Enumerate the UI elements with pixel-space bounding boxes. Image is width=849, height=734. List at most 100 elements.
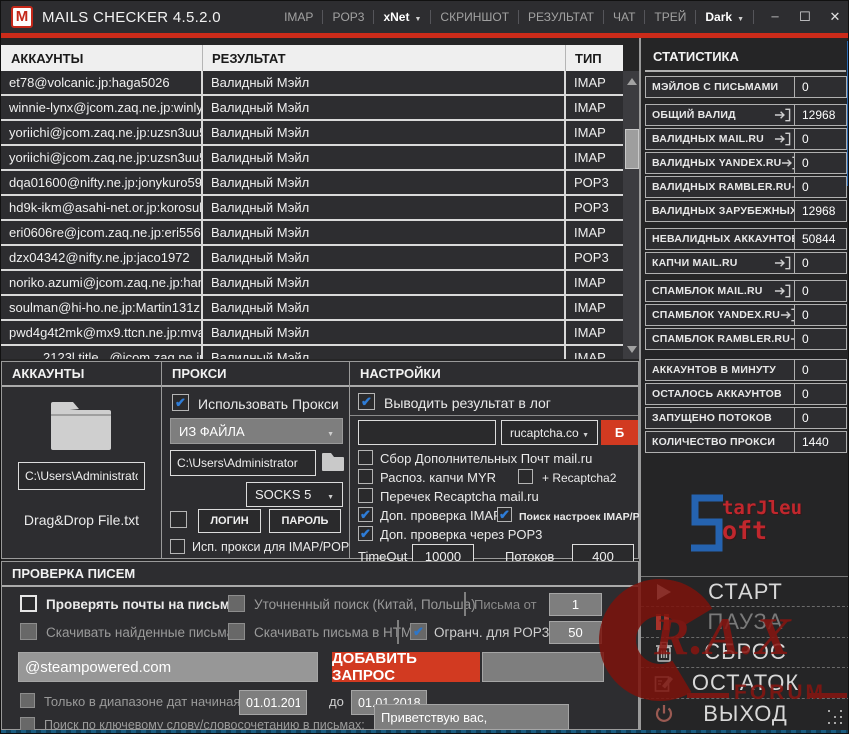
proxy-login-button[interactable]: ЛОГИН [198,509,261,533]
table-row[interactable]: eri0606re@jcom.zaq.ne.jp:eri5566ao_ Вали… [1,221,623,246]
table-row[interactable]: pwd4g4t2mk@mx9.ttcn.ne.jp:mvagu Валидный… [1,321,623,346]
download-found-checkbox[interactable] [20,623,37,640]
folder-icon[interactable] [48,398,114,454]
pop3-limit-checkbox[interactable] [410,623,427,640]
result-cell: Валидный Мэйл [203,171,566,194]
log-output-checkbox[interactable] [358,393,375,410]
table-row[interactable]: et78@volcanic.jp:haga5026 Валидный Мэйл … [1,71,623,96]
export-list-icon[interactable] [774,256,791,270]
menu-xnet-dropdown[interactable]: xNet [374,10,430,24]
myr-captcha-checkbox[interactable] [358,469,373,484]
resize-grip[interactable] [828,710,844,726]
recaptcha2-checkbox[interactable] [518,469,533,484]
proxy-file-path-field[interactable] [170,450,316,476]
table-row[interactable]: winnie-lynx@jcom.zaq.ne.jp:winlynx0 Вали… [1,96,623,121]
table-row[interactable]: dzx04342@nifty.ne.jp:jaco1972 Валидный М… [1,246,623,271]
balance-button[interactable]: Б [601,420,638,445]
menu-tray[interactable]: ТРЕЙ [645,10,695,24]
stat-value: 0 [794,77,846,97]
start-button[interactable]: СТАРТ [641,577,848,608]
table-row[interactable]: dqa01600@nifty.ne.jp:jonykuro5959 Валидн… [1,171,623,196]
table-row[interactable]: yoriichi@jcom.zaq.ne.jp:uzsn3uu5q12 Вали… [1,146,623,171]
remainder-button[interactable]: ОСТАТОК [641,668,848,699]
result-cell: Валидный Мэйл [203,71,566,94]
proxy-password-button[interactable]: ПАРОЛЬ [269,509,341,533]
captcha-service-dropdown[interactable]: rucaptcha.co [501,420,598,445]
pause-button[interactable]: ПАУЗА [641,607,848,638]
proxy-source-dropdown[interactable]: ИЗ ФАЙЛА [170,418,343,444]
export-list-icon[interactable] [774,108,791,122]
proxy-for-imap-pop3-label: Исп. прокси для IMAP/POP3 [192,540,357,554]
table-row[interactable]: hd9k-ikm@asahi-net.or.jp:korosuke1 Валид… [1,196,623,221]
table-row[interactable]: noriko.azumi@jcom.zaq.ne.jp:hana00 Валид… [1,271,623,296]
table-row[interactable]: soulman@hi-ho.ne.jp:Martin131z Валидный … [1,296,623,321]
download-html-checkbox[interactable] [228,623,245,640]
imap-pop-search-checkbox[interactable] [497,507,512,522]
vertical-separator [464,592,466,616]
menu-chat[interactable]: ЧАТ [604,10,644,24]
stats-row: ОБЩИЙ ВАЛИД 12968 [645,104,847,126]
stats-row: ВАЛИДНЫХ YANDEX.RU 0 [645,152,847,174]
menu-screenshot[interactable]: СКРИНШОТ [431,10,518,24]
table-row[interactable]: 2123l.title...@jcom.zaq.ne.jp Валидный М… [1,346,623,359]
imap-pop-search-label: Поиск настроек IMAP/POP [519,511,655,523]
proxy-for-imap-pop3-checkbox[interactable] [170,539,185,554]
date-from-field[interactable] [239,690,307,715]
letters-from-field[interactable] [549,593,602,616]
settings-divider [350,415,638,416]
stat-value: 12968 [794,201,846,221]
reset-button[interactable]: СБРОС [641,638,848,669]
imap-check-checkbox[interactable] [358,507,373,522]
collect-extra-mail-checkbox[interactable] [358,450,373,465]
minimize-button[interactable] [760,1,790,33]
use-proxy-checkbox[interactable] [172,394,189,411]
add-query-button[interactable]: ДОБАВИТЬ ЗАПРОС [332,650,480,684]
scrollbar-thumb[interactable] [625,129,639,169]
pop3-limit-field[interactable] [549,621,602,644]
stats-row: АККАУНТОВ В МИНУТУ 0 [645,359,847,381]
proxy-auth-checkbox[interactable] [170,511,187,528]
exit-button[interactable]: ВЫХОД [641,699,848,729]
column-header-accounts[interactable]: АККАУНТЫ [1,45,203,71]
extra-query-field[interactable] [482,652,604,682]
export-list-icon[interactable] [774,284,791,298]
chevron-down-icon [582,426,589,440]
query-field[interactable] [18,652,318,682]
export-list-icon[interactable] [780,308,794,322]
date-range-checkbox[interactable] [20,693,35,708]
export-list-icon[interactable] [774,132,791,146]
column-header-type[interactable]: ТИП [566,45,623,71]
close-button[interactable] [820,1,848,33]
keyword-field[interactable] [374,704,569,730]
recaptcha-list-checkbox[interactable] [358,488,373,503]
proxy-type-dropdown[interactable]: SOCKS 5 [246,482,343,507]
column-header-result[interactable]: РЕЗУЛЬТАТ [203,45,566,71]
menu-theme-dropdown[interactable]: Dark [696,10,753,24]
captcha-service-value: rucaptcha.co [510,425,579,440]
menu-theme-label: Dark [705,10,733,24]
stat-label: ОСТАЛОСЬ АККАУНТОВ [652,388,782,400]
check-mail-checkbox[interactable] [20,595,37,612]
menu-pop3[interactable]: POP3 [323,10,373,24]
type-cell: POP3 [574,175,609,190]
accounts-file-path-field[interactable] [18,462,145,490]
stat-label: ВАЛИДНЫХ MAIL.RU [652,133,764,145]
results-table: АККАУНТЫ РЕЗУЛЬТАТ ТИП et78@volcanic.jp:… [1,38,641,359]
stats-row: ВАЛИДНЫХ ЗАРУБЕЖНЫХ 12968 [645,200,847,222]
type-cell: IMAP [574,150,606,165]
table-row[interactable]: yoriichi@jcom.zaq.ne.jp:uzsn3uu5-d! Вали… [1,121,623,146]
action-buttons: СТАРТ ПАУЗА СБРОС ОСТАТОК ВЫХОД [641,576,848,730]
refined-search-checkbox[interactable] [228,595,245,612]
menu-result[interactable]: РЕЗУЛЬТАТ [519,10,603,24]
download-found-label: Скачивать найденные письма [46,625,235,640]
menu-imap[interactable]: IMAP [275,10,322,24]
stat-value: 12968 [794,105,846,125]
maximize-button[interactable] [790,1,820,33]
export-list-icon[interactable] [781,156,794,170]
settings-panel-title: НАСТРОЙКИ [350,362,638,387]
captcha-key-field[interactable] [358,420,496,445]
stat-value: 0 [794,153,846,173]
browse-folder-icon[interactable] [321,451,345,473]
pop3-check-checkbox[interactable] [358,526,373,541]
result-cell: Валидный Мэйл [203,271,566,294]
